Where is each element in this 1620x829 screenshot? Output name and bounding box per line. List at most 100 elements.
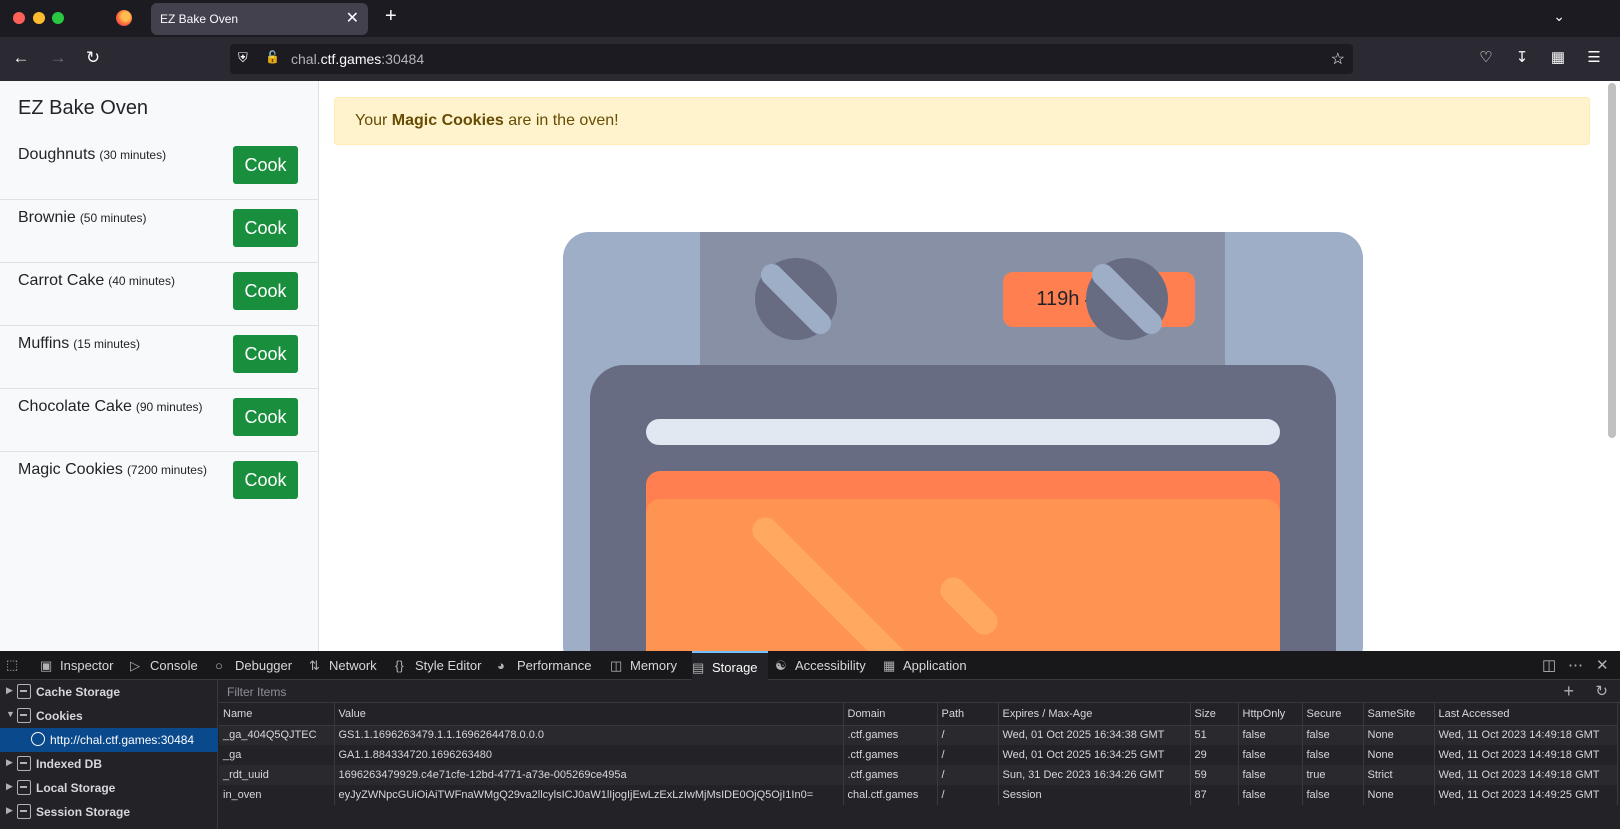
cell[interactable]: /	[937, 785, 999, 805]
cell[interactable]: /	[937, 765, 999, 785]
tab-storage[interactable]: ▤ Storage	[692, 651, 768, 680]
browser-tab[interactable]: EZ Bake Oven ✕	[151, 3, 368, 35]
cell[interactable]: .ctf.games	[843, 725, 938, 745]
cell[interactable]: Strict	[1363, 765, 1435, 785]
table-row[interactable]: _ga_404Q5QJTEC GS1.1.1696263479.1.1.1696…	[219, 725, 1618, 745]
tab-inspector[interactable]: ▣ Inspector	[40, 651, 113, 680]
downloads-icon[interactable]: ↧	[1511, 47, 1533, 69]
tab-memory[interactable]: ◫ Memory	[610, 651, 677, 680]
tree-cache-storage[interactable]: ▶ Cache Storage	[0, 680, 218, 704]
refresh-icon[interactable]: ↻	[1595, 682, 1608, 700]
column-header[interactable]: Path	[937, 703, 999, 726]
close-devtools-icon[interactable]: ✕	[1596, 656, 1609, 674]
cell[interactable]: 29	[1190, 745, 1239, 765]
cell[interactable]: /	[937, 725, 999, 745]
cell[interactable]: None	[1363, 745, 1435, 765]
url-text[interactable]: chal.ctf.games:30484	[291, 51, 424, 67]
firefox-icon[interactable]	[116, 10, 132, 26]
tab-style-editor[interactable]: {} Style Editor	[395, 651, 481, 680]
table-row[interactable]: in_oven eyJyZWNpcGUiOiAiTWFnaWMgQ29va2ll…	[219, 785, 1618, 805]
reload-icon[interactable]: ↻	[82, 47, 104, 69]
tree-cookies[interactable]: ▼ Cookies	[0, 704, 218, 728]
table-row[interactable]: _rdt_uuid 1696263479929.c4e71cfe-12bd-47…	[219, 765, 1618, 785]
column-header[interactable]: Domain	[843, 703, 938, 726]
cook-button-doughnuts[interactable]: Cook	[233, 146, 298, 184]
cook-button-magic-cookies[interactable]: Cook	[233, 461, 298, 499]
cell[interactable]: 87	[1190, 785, 1239, 805]
cell[interactable]: false	[1302, 785, 1364, 805]
tracking-protection-icon[interactable]: ⛨	[238, 50, 248, 66]
column-header[interactable]: Expires / Max-Age	[998, 703, 1191, 726]
list-all-tabs-icon[interactable]: ⌄	[1553, 8, 1565, 25]
cell[interactable]: eyJyZWNpcGUiOiAiTWFnaWMgQ29va2llcylsICJ0…	[334, 785, 844, 805]
cell[interactable]: GS1.1.1696263479.1.1.1696264478.0.0.0	[334, 725, 844, 745]
tab-performance[interactable]: ◕ Performance	[497, 651, 591, 680]
more-options-icon[interactable]: ⋯	[1568, 656, 1583, 674]
cell[interactable]: /	[937, 745, 999, 765]
cook-button-muffins[interactable]: Cook	[233, 335, 298, 373]
cell[interactable]: Wed, 11 Oct 2023 14:49:18 GMT	[1434, 765, 1618, 785]
cell[interactable]: .ctf.games	[843, 745, 938, 765]
cook-button-carrot-cake[interactable]: Cook	[233, 272, 298, 310]
cell[interactable]: .ctf.games	[843, 765, 938, 785]
cell[interactable]: 51	[1190, 725, 1239, 745]
insecure-lock-icon[interactable]: 🔓	[265, 50, 280, 64]
cell[interactable]: Wed, 11 Oct 2023 14:49:18 GMT	[1434, 725, 1618, 745]
cell[interactable]: None	[1363, 725, 1435, 745]
tab-application[interactable]: ▦ Application	[883, 651, 967, 680]
bookmark-star-icon[interactable]: ☆	[1331, 49, 1345, 69]
cell[interactable]: GA1.1.884334720.1696263480	[334, 745, 844, 765]
tree-local-storage[interactable]: ▶ Local Storage	[0, 776, 218, 800]
tab-accessibility[interactable]: ☯ Accessibility	[775, 651, 866, 680]
column-header[interactable]: Last Accessed	[1434, 703, 1618, 726]
zoom-window-button[interactable]	[52, 12, 64, 24]
close-tab-icon[interactable]: ✕	[346, 8, 359, 28]
menu-icon[interactable]: ☰	[1583, 47, 1605, 69]
column-header[interactable]: Secure	[1302, 703, 1364, 726]
cell[interactable]: None	[1363, 785, 1435, 805]
column-header[interactable]: Name	[219, 703, 335, 726]
cook-button-chocolate-cake[interactable]: Cook	[233, 398, 298, 436]
cell[interactable]: Session	[998, 785, 1191, 805]
forward-icon[interactable]: →	[47, 47, 69, 69]
cell[interactable]: Wed, 11 Oct 2023 14:49:25 GMT	[1434, 785, 1618, 805]
cell[interactable]: Sun, 31 Dec 2023 16:34:26 GMT	[998, 765, 1191, 785]
table-row[interactable]: _ga GA1.1.884334720.1696263480 .ctf.game…	[219, 745, 1618, 765]
cell[interactable]: _ga	[219, 745, 335, 765]
pocket-icon[interactable]: ♡	[1475, 47, 1497, 69]
cell[interactable]: 1696263479929.c4e71cfe-12bd-4771-a73e-00…	[334, 765, 844, 785]
cell[interactable]: false	[1238, 765, 1303, 785]
filter-items-input[interactable]	[227, 685, 827, 699]
tab-debugger[interactable]: ○ Debugger	[215, 651, 292, 680]
cell[interactable]: _rdt_uuid	[219, 765, 335, 785]
tab-console[interactable]: ▷ Console	[130, 651, 198, 680]
extensions-icon[interactable]: ▦	[1547, 47, 1569, 69]
tree-indexed-db[interactable]: ▶ Indexed DB	[0, 752, 218, 776]
column-header[interactable]: Value	[334, 703, 844, 726]
tree-session-storage[interactable]: ▶ Session Storage	[0, 800, 218, 824]
cell[interactable]: false	[1238, 785, 1303, 805]
cell[interactable]: false	[1302, 725, 1364, 745]
column-header[interactable]: SameSite	[1363, 703, 1435, 726]
column-header[interactable]: Size	[1190, 703, 1239, 726]
cell[interactable]: true	[1302, 765, 1364, 785]
tab-network[interactable]: ⇅ Network	[309, 651, 377, 680]
url-bar[interactable]: ⛨ 🔓 chal.ctf.games:30484 ☆	[230, 44, 1353, 74]
cook-button-brownie[interactable]: Cook	[233, 209, 298, 247]
cell[interactable]: chal.ctf.games	[843, 785, 938, 805]
cell[interactable]: in_oven	[219, 785, 335, 805]
dock-side-icon[interactable]: ◫	[1542, 656, 1556, 674]
cell[interactable]: false	[1302, 745, 1364, 765]
cell[interactable]: false	[1238, 725, 1303, 745]
cell[interactable]: Wed, 11 Oct 2023 14:49:18 GMT	[1434, 745, 1618, 765]
cell[interactable]: Wed, 01 Oct 2025 16:34:25 GMT	[998, 745, 1191, 765]
cell[interactable]: _ga_404Q5QJTEC	[219, 725, 335, 745]
tree-cookies-host[interactable]: http://chal.ctf.games:30484	[0, 728, 218, 752]
close-window-button[interactable]	[13, 12, 25, 24]
page-scrollbar[interactable]	[1608, 83, 1616, 438]
column-header[interactable]: HttpOnly	[1238, 703, 1303, 726]
back-icon[interactable]: ←	[10, 47, 32, 69]
minimize-window-button[interactable]	[33, 12, 45, 24]
add-item-icon[interactable]: +	[1563, 681, 1574, 702]
new-tab-icon[interactable]: +	[385, 5, 397, 28]
